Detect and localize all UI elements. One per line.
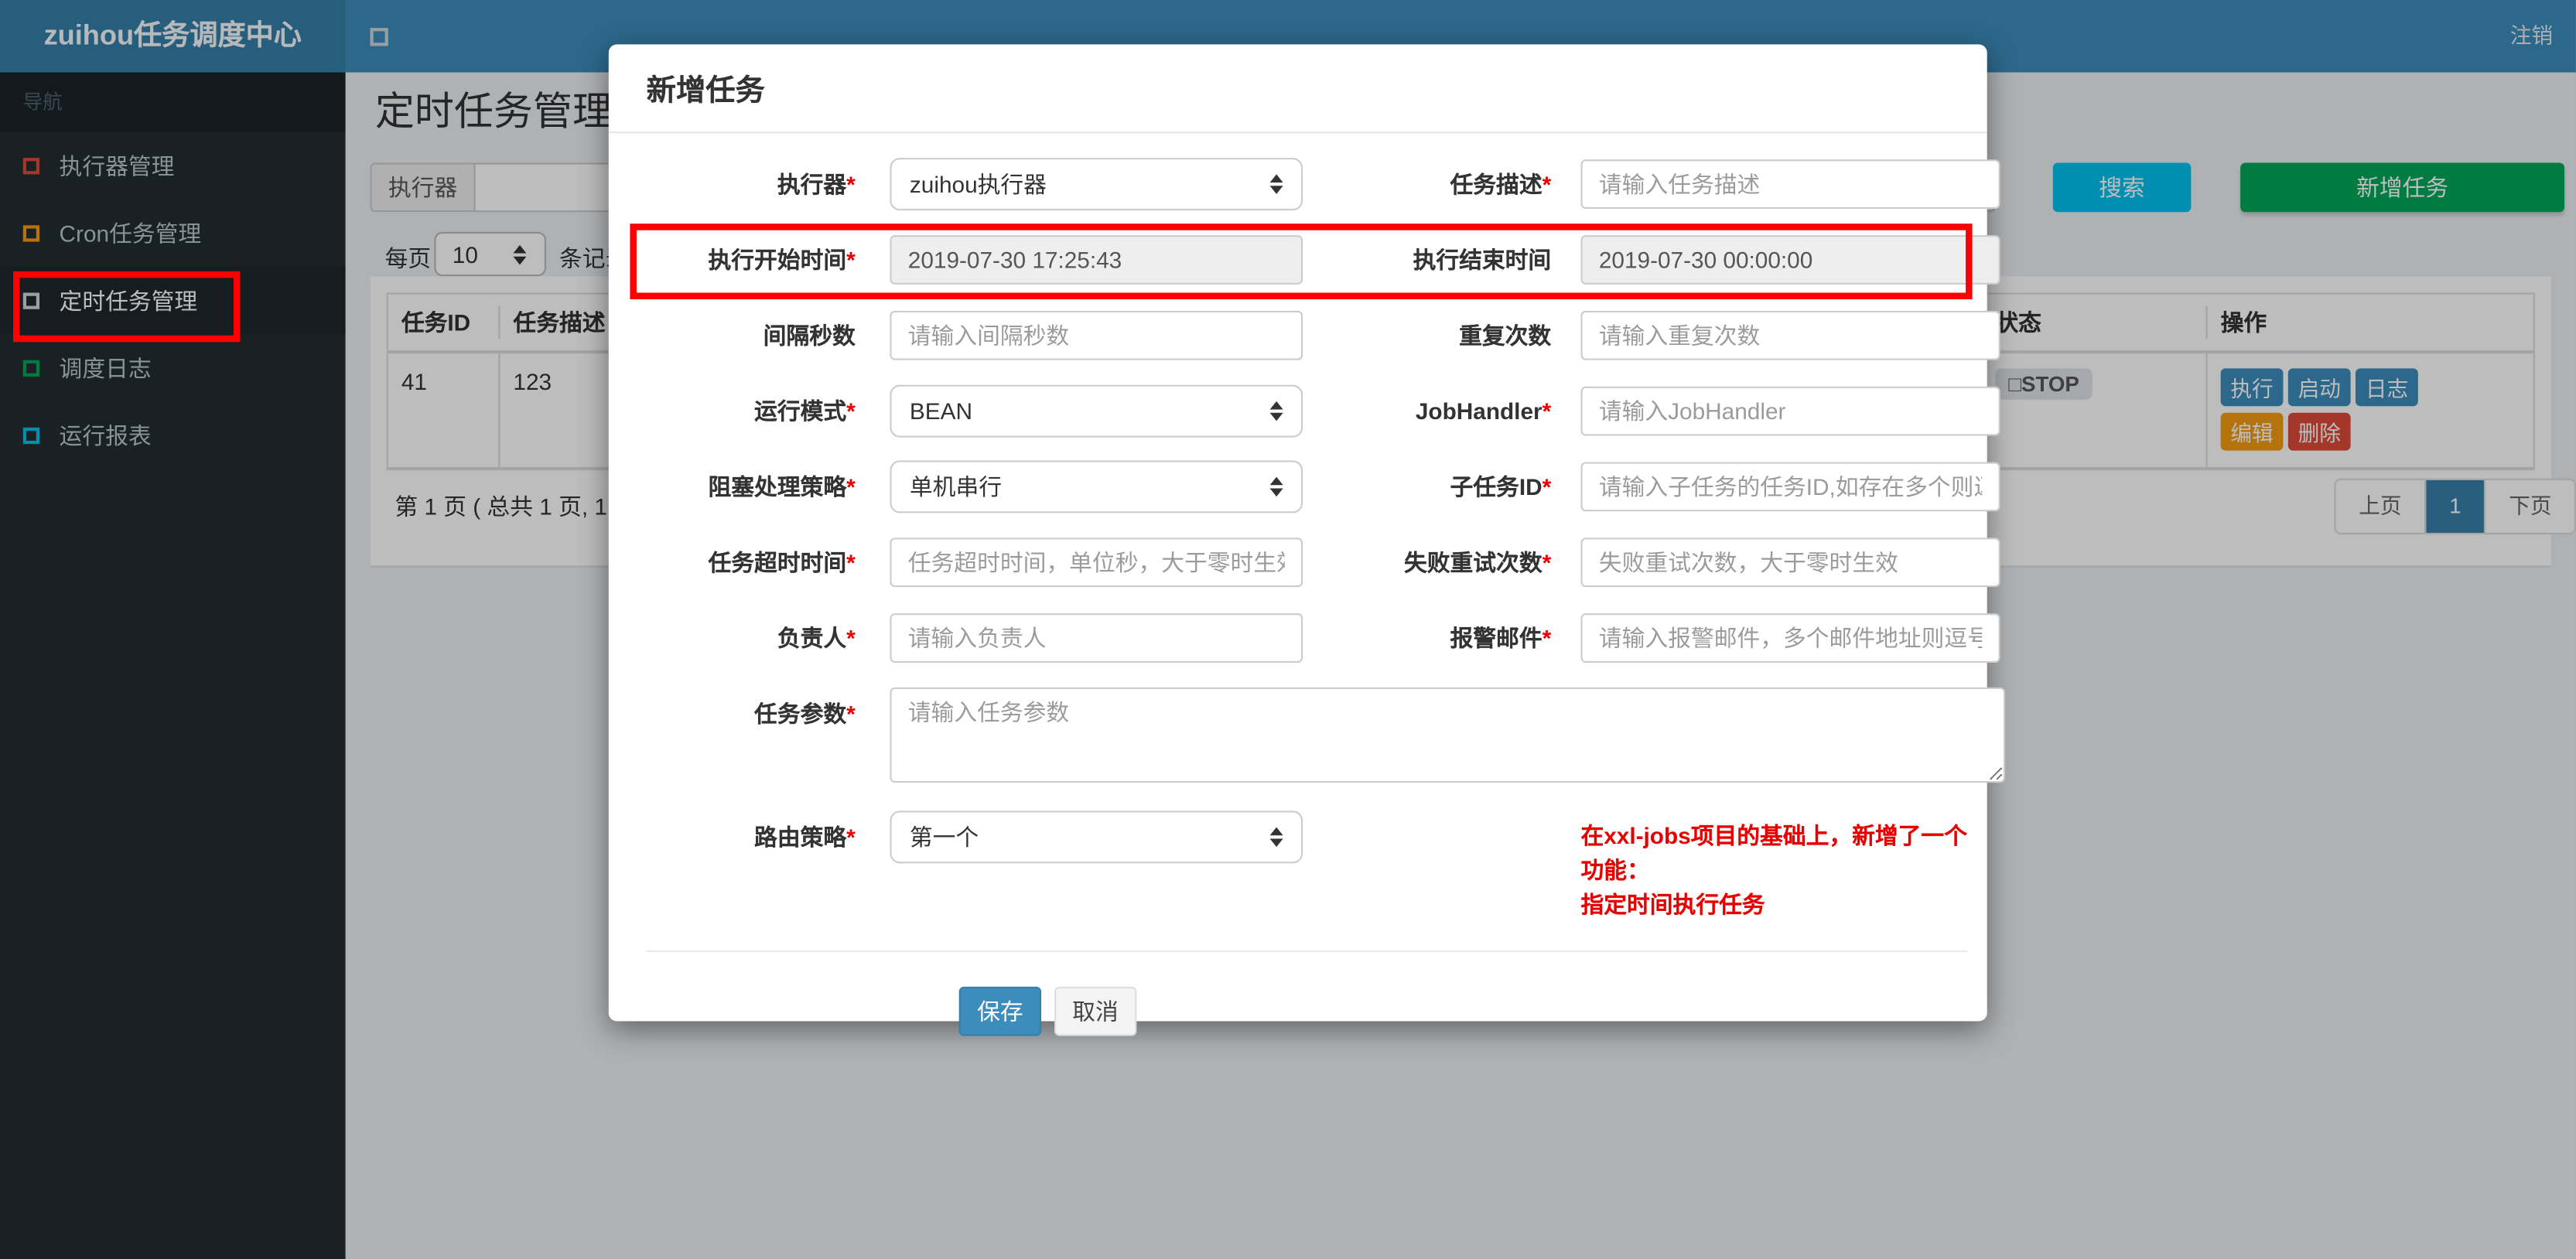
author-label: 负责人* — [777, 625, 856, 652]
feature-note-text: 在xxl-jobs项目的基础上，新增了一个功能： 指定时间执行任务 — [1580, 819, 1967, 923]
save-button[interactable]: 保存 — [958, 986, 1042, 1036]
block-strategy-label: 阻塞处理策略* — [708, 473, 856, 500]
author-input[interactable] — [890, 613, 1303, 663]
form-row-route-strategy: 路由策略* 第一个 在xxl-jobs项目的基础上，新增了一个功能： 指定时间执… — [647, 810, 1967, 923]
select-caret-icon — [1269, 476, 1283, 497]
timeout-label: 任务超时时间* — [708, 549, 856, 576]
repeat-count-input[interactable] — [1580, 310, 2000, 360]
select-caret-icon — [1269, 401, 1283, 421]
feature-note-line1: 在xxl-jobs项目的基础上，新增了一个功能： — [1580, 822, 1967, 883]
executor-select-value: zuihou执行器 — [909, 171, 1047, 198]
job-desc-input[interactable] — [1580, 159, 2000, 210]
form-row-interval-repeat: 间隔秒数 重复次数 — [647, 309, 2000, 362]
job-desc-label: 任务描述* — [1450, 171, 1552, 198]
fail-retry-label: 失败重试次数* — [1403, 549, 1552, 576]
select-caret-icon — [1269, 174, 1283, 194]
form-row-author-email: 负责人* 报警邮件* — [647, 612, 2000, 664]
child-job-id-input[interactable] — [1580, 462, 2000, 512]
interval-input[interactable] — [890, 310, 1303, 360]
cancel-button[interactable]: 取消 — [1054, 986, 1137, 1036]
app-root: zuihou任务调度中心 注销 导航 执行器管理 Cron任务管理 定时任务管理… — [0, 0, 2576, 1259]
child-job-id-label: 子任务ID* — [1450, 473, 1552, 500]
fail-retry-input[interactable] — [1580, 537, 2000, 588]
form-row-job-params: 任务参数* — [647, 687, 2006, 788]
interval-label: 间隔秒数 — [763, 322, 856, 349]
route-strategy-label: 路由策略* — [754, 824, 856, 851]
job-handler-label: JobHandler* — [1415, 397, 1552, 425]
start-time-input[interactable] — [890, 235, 1303, 285]
repeat-count-label: 重复次数 — [1459, 322, 1552, 349]
modal-footer: 保存 取消 — [609, 952, 1987, 1036]
form-row-executor-desc: 执行器* zuihou执行器 任务描述* — [647, 158, 2000, 211]
executor-label: 执行器* — [777, 171, 856, 198]
add-task-modal: 新增任务 执行器* zuihou执行器 任务描述* 执行开始时间* 执行结束时间… — [608, 44, 2006, 1036]
start-time-label: 执行开始时间* — [708, 246, 856, 273]
modal-form: 执行器* zuihou执行器 任务描述* 执行开始时间* 执行结束时间 间隔秒数… — [609, 133, 2006, 923]
feature-note-line2: 指定时间执行任务 — [1580, 891, 1765, 918]
end-time-label: 执行结束时间 — [1413, 246, 1552, 273]
modal-title: 新增任务 — [646, 73, 765, 107]
form-row-timeout-retry: 任务超时时间* 失败重试次数* — [647, 536, 2000, 589]
job-handler-input[interactable] — [1580, 386, 2000, 436]
timeout-input[interactable] — [890, 537, 1303, 588]
form-row-start-end-time: 执行开始时间* 执行结束时间 — [647, 234, 2000, 286]
job-params-label: 任务参数* — [754, 700, 856, 727]
select-caret-icon — [1269, 827, 1283, 848]
form-row-runmode-handler: 运行模式* BEAN JobHandler* — [647, 384, 2000, 438]
block-strategy-select[interactable]: 单机串行 — [890, 460, 1303, 513]
job-params-textarea[interactable] — [890, 687, 2006, 783]
form-row-block-childjob: 阻塞处理策略* 单机串行 子任务ID* — [647, 460, 2000, 513]
route-strategy-select[interactable]: 第一个 — [890, 810, 1303, 864]
end-time-input[interactable] — [1580, 235, 2000, 285]
run-mode-select-value: BEAN — [909, 397, 972, 425]
executor-select[interactable]: zuihou执行器 — [890, 158, 1303, 211]
modal-header: 新增任务 — [608, 44, 1987, 134]
alarm-email-label: 报警邮件* — [1450, 625, 1552, 652]
alarm-email-input[interactable] — [1580, 613, 2000, 663]
run-mode-label: 运行模式* — [754, 397, 856, 425]
run-mode-select[interactable]: BEAN — [890, 384, 1303, 438]
block-strategy-select-value: 单机串行 — [909, 473, 1002, 500]
route-strategy-select-value: 第一个 — [909, 824, 979, 851]
